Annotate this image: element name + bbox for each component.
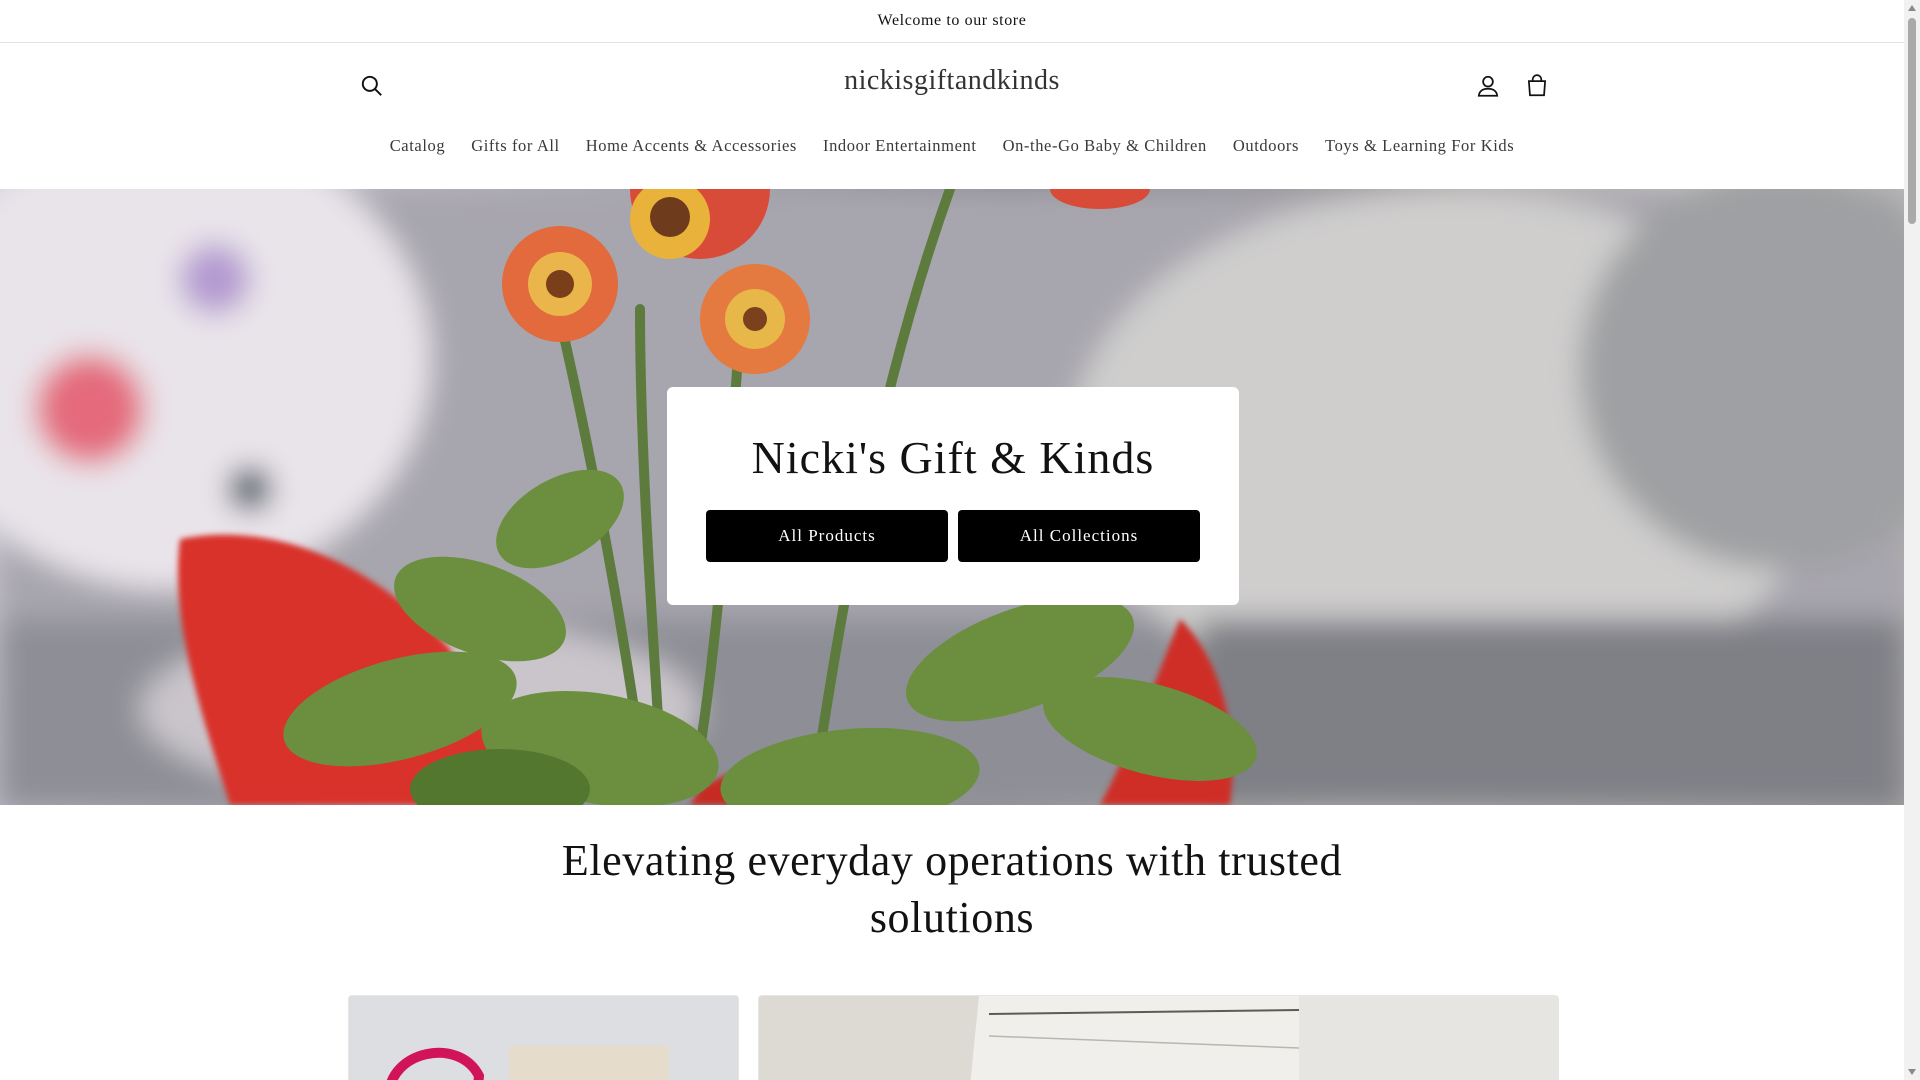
feature-card-right[interactable]: [758, 995, 1559, 1080]
main-navigation: Catalog Gifts for All Home Accents & Acc…: [0, 133, 1904, 159]
account-button[interactable]: [1466, 64, 1510, 108]
feature-card-left[interactable]: [348, 995, 739, 1080]
nav-item-toys-learning[interactable]: Toys & Learning For Kids: [1312, 133, 1527, 159]
hero-title: Nicki's Gift & Kinds: [751, 432, 1155, 483]
announcement-text: Welcome to our store: [877, 12, 1027, 29]
nav-item-gifts-for-all[interactable]: Gifts for All: [458, 133, 572, 159]
section-heading-line-2: solutions: [869, 893, 1035, 942]
section-heading: Elevating everyday operations with trust…: [452, 832, 1452, 946]
scroll-down-arrow-icon[interactable]: [1904, 1064, 1920, 1080]
all-collections-button[interactable]: All Collections: [958, 510, 1200, 562]
site-brand: nickisgiftandkinds: [0, 65, 1904, 97]
account-icon: [1477, 75, 1499, 97]
section-heading-line-1: Elevating everyday operations with trust…: [561, 836, 1343, 885]
page-scrollbar[interactable]: [1904, 0, 1920, 1080]
cart-icon: [1527, 74, 1547, 97]
nav-item-outdoors[interactable]: Outdoors: [1220, 133, 1312, 159]
gift-bag-image: [349, 996, 738, 1080]
all-products-button[interactable]: All Products: [706, 510, 948, 562]
page: Welcome to our store nickisgiftandkinds: [0, 0, 1904, 1080]
cart-button[interactable]: [1515, 64, 1559, 108]
brand-link[interactable]: nickisgiftandkinds: [844, 65, 1060, 96]
nav-item-indoor-entertainment[interactable]: Indoor Entertainment: [810, 133, 990, 159]
hero-content-box: Nicki's Gift & Kinds All Products All Co…: [667, 387, 1239, 605]
hero-banner: Nicki's Gift & Kinds All Products All Co…: [0, 189, 1904, 805]
box-image: [759, 996, 1558, 1080]
scrollbar-thumb[interactable]: [1908, 18, 1916, 224]
nav-item-catalog[interactable]: Catalog: [377, 133, 459, 159]
announcement-bar: Welcome to our store: [0, 0, 1904, 43]
scroll-up-arrow-icon[interactable]: [1904, 0, 1920, 16]
site-header: nickisgiftandkinds Catalog Gifts for All…: [0, 43, 1904, 189]
nav-item-home-accents[interactable]: Home Accents & Accessories: [573, 133, 810, 159]
nav-item-on-the-go-baby[interactable]: On-the-Go Baby & Children: [990, 133, 1220, 159]
